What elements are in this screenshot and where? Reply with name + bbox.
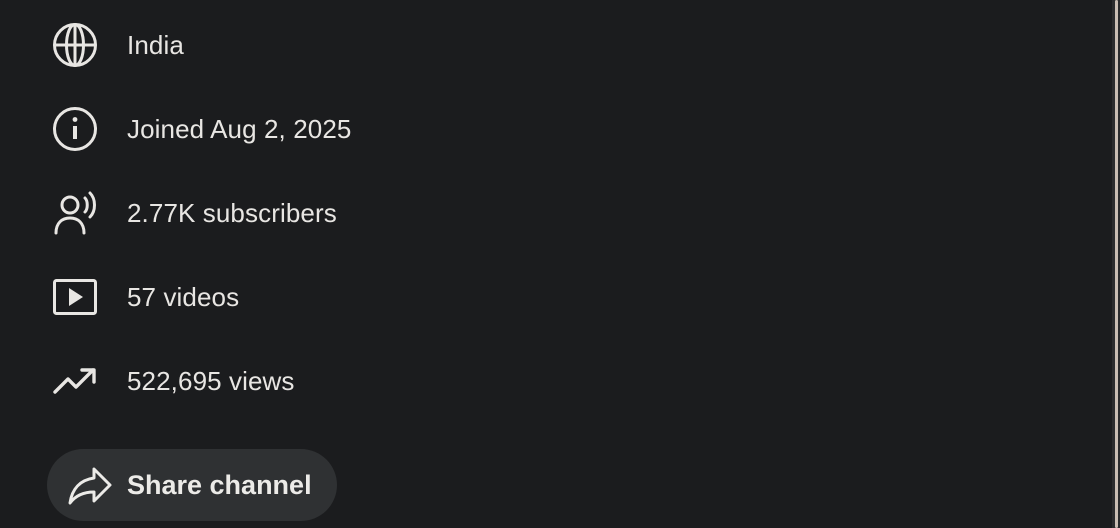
channel-about-panel: India Joined Aug 2, 2025 2.77K subscribe… xyxy=(0,0,1112,528)
subscribers-icon xyxy=(52,190,98,236)
scrollbar-thumb[interactable] xyxy=(1115,0,1118,528)
scrollbar[interactable] xyxy=(1112,0,1120,528)
subscribers-row: 2.77K subscribers xyxy=(52,190,337,236)
share-icon xyxy=(66,461,114,509)
globe-icon xyxy=(52,22,98,68)
views-text: 522,695 views xyxy=(127,366,295,396)
share-channel-button[interactable]: Share channel xyxy=(47,449,337,521)
videos-row: 57 videos xyxy=(52,274,239,320)
joined-text: Joined Aug 2, 2025 xyxy=(127,114,352,144)
country-row: India xyxy=(52,22,184,68)
info-icon xyxy=(52,106,98,152)
subscribers-text: 2.77K subscribers xyxy=(127,198,337,228)
country-text: India xyxy=(127,30,184,60)
video-play-icon xyxy=(52,274,98,320)
share-channel-label: Share channel xyxy=(127,469,312,500)
trending-up-icon xyxy=(52,358,98,404)
joined-row: Joined Aug 2, 2025 xyxy=(52,106,351,152)
videos-text: 57 videos xyxy=(127,282,240,312)
views-row: 522,695 views xyxy=(52,358,295,404)
